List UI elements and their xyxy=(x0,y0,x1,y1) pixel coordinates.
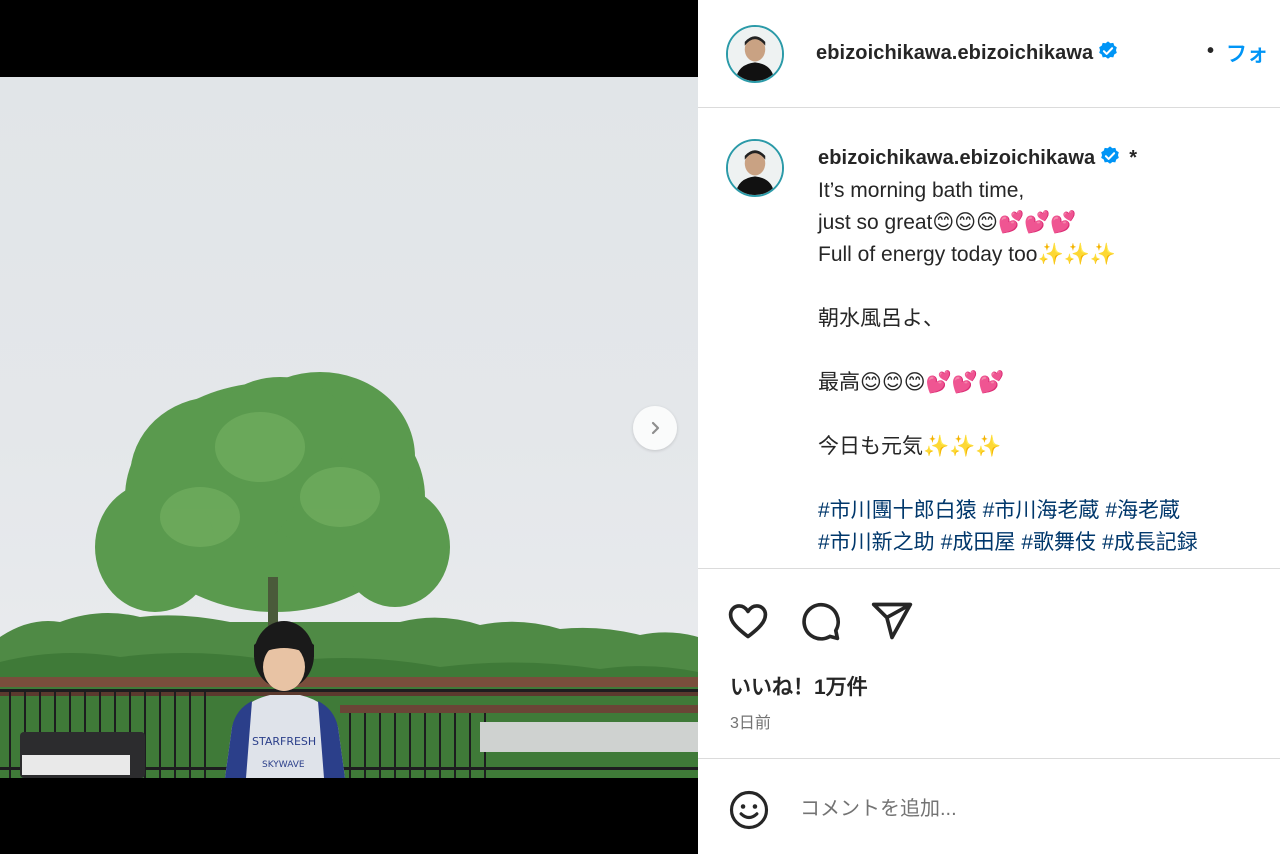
caption-line: 朝水風呂よ、 xyxy=(818,307,944,330)
hashtag-link[interactable]: #市川團十郎白猿 xyxy=(818,499,977,522)
paper-plane-icon xyxy=(871,602,913,640)
username[interactable]: ebizoichikawa.ebizoichikawa xyxy=(816,40,1119,65)
post-actions: いいね！1万件 3日前 xyxy=(698,568,1280,758)
hashtag-link[interactable]: #市川海老蔵 xyxy=(983,499,1100,522)
caption-line: 最高😊😊😊💕💕💕 xyxy=(818,371,1005,394)
profile-photo xyxy=(728,27,782,81)
caption-line: just so great😊😊😊💕💕💕 xyxy=(818,211,1077,234)
caption-fade xyxy=(698,554,1280,568)
comment-button[interactable] xyxy=(798,599,842,643)
smiley-icon xyxy=(729,790,769,830)
hashtag-link[interactable]: #市川新之助 xyxy=(818,531,935,554)
separator-dot: • xyxy=(1207,40,1215,62)
hashtag-link[interactable]: #歌舞伎 xyxy=(1021,531,1096,554)
like-button[interactable] xyxy=(726,599,770,643)
caption-line: 今日も元気✨✨✨ xyxy=(818,435,1002,458)
heart-icon xyxy=(728,604,768,639)
comment-bar xyxy=(698,758,1280,854)
caption-line: It’s morning bath time, xyxy=(818,179,1025,202)
emoji-button[interactable] xyxy=(728,789,770,831)
hashtag-link[interactable]: #成長記録 xyxy=(1102,531,1198,554)
caption-avatar[interactable] xyxy=(726,139,784,197)
post-photo[interactable]: STARFRESH SKYWAVE xyxy=(0,77,698,778)
follow-button[interactable]: フォ xyxy=(1226,38,1268,68)
share-button[interactable] xyxy=(870,599,914,643)
svg-text:STARFRESH: STARFRESH xyxy=(252,735,316,748)
username-text: ebizoichikawa.ebizoichikawa xyxy=(816,42,1094,64)
svg-text:SKYWAVE: SKYWAVE xyxy=(262,760,305,770)
hashtag-link[interactable]: #成田屋 xyxy=(941,531,1016,554)
post-timestamp[interactable]: 3日前 xyxy=(730,709,771,733)
caption-text: It’s morning bath time, just so great😊😊😊… xyxy=(818,175,1278,559)
avatar[interactable] xyxy=(726,25,784,83)
photo-scene: STARFRESH SKYWAVE xyxy=(0,372,698,778)
caption-username[interactable]: ebizoichikawa.ebizoichikawa * xyxy=(818,145,1137,170)
verified-badge-icon xyxy=(1101,146,1120,164)
comment-bubble-icon xyxy=(802,602,840,641)
verified-badge-icon xyxy=(1099,41,1118,59)
caption-area: ebizoichikawa.ebizoichikawa * It’s mornin… xyxy=(698,109,1280,568)
like-count[interactable]: いいね！1万件 xyxy=(730,671,868,701)
post-media: STARFRESH SKYWAVE xyxy=(0,0,698,854)
caption-username-text: ebizoichikawa.ebizoichikawa xyxy=(818,147,1096,169)
hashtag-row: #市川團十郎白猿 #市川海老蔵 #海老蔵 xyxy=(818,495,1278,527)
post-header: ebizoichikawa.ebizoichikawa • フォ xyxy=(698,0,1280,108)
caption-marker: * xyxy=(1129,147,1138,169)
profile-photo xyxy=(728,141,782,195)
post-sidebar: ebizoichikawa.ebizoichikawa • フォ ebizoic… xyxy=(698,0,1280,854)
comment-input[interactable] xyxy=(800,789,1240,829)
hashtag-link[interactable]: #海老蔵 xyxy=(1105,499,1180,522)
chevron-right-icon xyxy=(651,421,660,435)
next-slide-button[interactable] xyxy=(633,406,677,450)
caption-line: Full of energy today too✨✨✨ xyxy=(818,243,1116,266)
